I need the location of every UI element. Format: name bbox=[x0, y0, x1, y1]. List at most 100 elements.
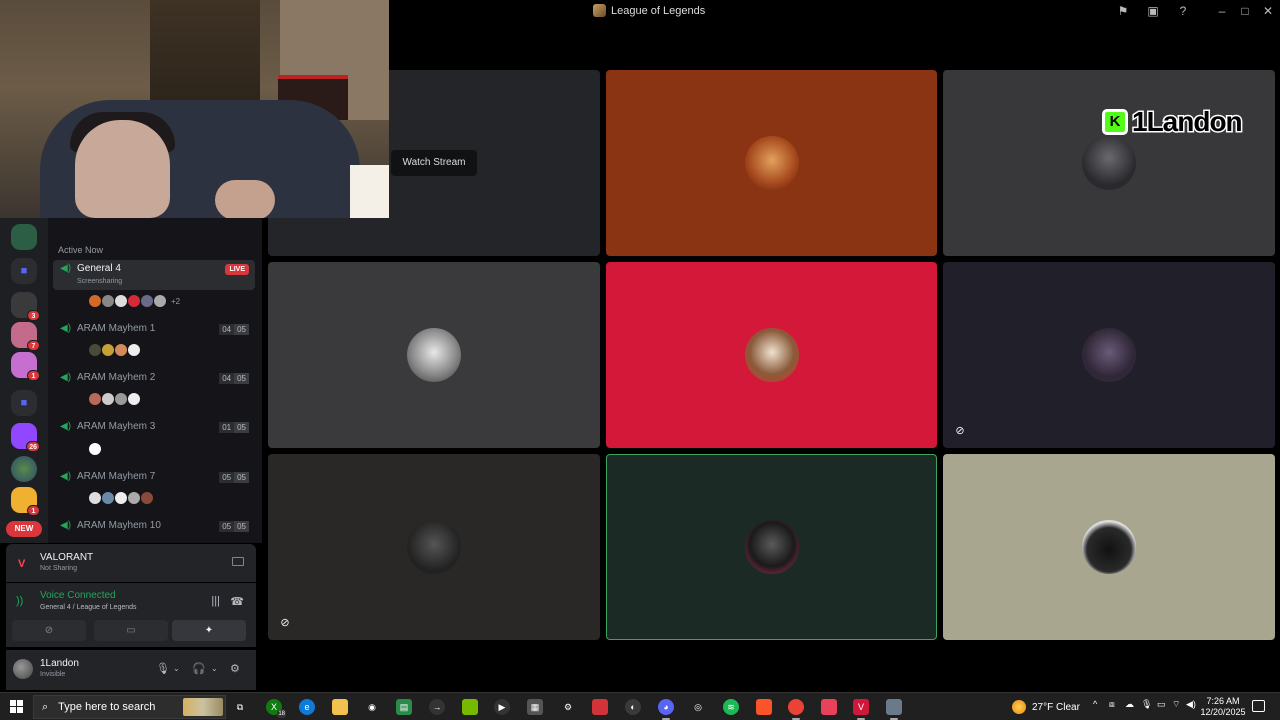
share-screen-icon[interactable] bbox=[232, 557, 244, 566]
username[interactable]: 1Landon bbox=[40, 658, 79, 669]
minimize-button[interactable]: – bbox=[1214, 3, 1230, 19]
brave-icon[interactable] bbox=[756, 699, 772, 715]
member-avatar[interactable] bbox=[88, 491, 102, 505]
app-icon[interactable] bbox=[821, 699, 837, 715]
nvidia-icon[interactable] bbox=[462, 699, 478, 715]
obs-icon[interactable]: ◎ bbox=[690, 699, 706, 715]
member-avatar[interactable] bbox=[114, 491, 128, 505]
steam-icon[interactable]: ◉ bbox=[364, 699, 380, 715]
network-icon[interactable]: ▭ bbox=[1157, 699, 1166, 710]
voice-status[interactable]: Voice Connected bbox=[40, 590, 116, 601]
calculator-icon[interactable]: ▦ bbox=[527, 699, 543, 715]
search-box[interactable]: ⌕ Type here to search bbox=[33, 695, 226, 719]
tray-app-icon[interactable]: ⧈ bbox=[1109, 699, 1115, 710]
server-icon[interactable]: 3 bbox=[11, 292, 40, 321]
screen-share-icon[interactable]: ▣ bbox=[1145, 3, 1161, 19]
disconnect-icon[interactable]: ☎ bbox=[230, 595, 244, 608]
wifi-icon[interactable]: ⌔ bbox=[1172, 699, 1180, 710]
avatar[interactable] bbox=[13, 659, 33, 679]
member-avatar[interactable] bbox=[153, 294, 167, 308]
member-avatar[interactable] bbox=[127, 343, 141, 357]
headphones-icon[interactable]: 🎧 bbox=[192, 662, 206, 675]
member-avatar[interactable] bbox=[114, 294, 128, 308]
member-avatar[interactable] bbox=[101, 294, 115, 308]
store-icon[interactable]: ▤ bbox=[396, 699, 412, 715]
member-avatar[interactable] bbox=[127, 491, 141, 505]
new-badge[interactable]: NEW bbox=[6, 521, 42, 537]
voice-channel-aram-mayhem-3[interactable]: ◀) ARAM Mayhem 3 01 05 bbox=[53, 418, 255, 448]
video-tile[interactable] bbox=[943, 70, 1275, 256]
start-button[interactable] bbox=[10, 700, 23, 713]
twitch-server-icon[interactable]: 26 bbox=[11, 423, 40, 452]
file-explorer-icon[interactable] bbox=[332, 699, 348, 715]
member-avatar[interactable] bbox=[101, 392, 115, 406]
folder-icon[interactable]: ■ bbox=[11, 258, 37, 284]
app-icon[interactable] bbox=[886, 699, 902, 720]
server-icon[interactable]: 7 bbox=[11, 322, 40, 351]
chrome-icon[interactable] bbox=[788, 699, 804, 720]
member-avatar[interactable] bbox=[127, 294, 141, 308]
voice-channel-aram-mayhem-7[interactable]: ◀) ARAM Mayhem 7 05 05 bbox=[53, 468, 255, 498]
valorant-taskbar-icon[interactable]: V bbox=[853, 699, 869, 720]
help-icon[interactable]: ? bbox=[1175, 3, 1191, 19]
server-icon[interactable]: 1 bbox=[11, 487, 40, 516]
video-tile[interactable]: ⊘ bbox=[943, 262, 1275, 448]
tray-app-icon[interactable]: ☁ bbox=[1125, 699, 1134, 710]
server-icon[interactable] bbox=[11, 456, 37, 482]
member-avatar[interactable] bbox=[88, 343, 102, 357]
server-icon[interactable]: 1 bbox=[11, 352, 40, 381]
edge-icon[interactable]: e bbox=[299, 699, 315, 715]
app-icon[interactable]: → bbox=[429, 699, 445, 715]
gear-icon[interactable]: ⚙ bbox=[230, 662, 240, 675]
member-avatar[interactable] bbox=[101, 491, 115, 505]
member-avatar[interactable] bbox=[88, 442, 102, 456]
volume-icon[interactable]: ◀) bbox=[1186, 699, 1196, 710]
chevron-down-icon[interactable]: ⌄ bbox=[173, 664, 180, 673]
video-tile[interactable]: ⊘ bbox=[268, 454, 600, 640]
member-avatar[interactable] bbox=[88, 392, 102, 406]
voice-channel-aram-mayhem-1[interactable]: ◀) ARAM Mayhem 1 04 05 bbox=[53, 320, 255, 350]
task-view-icon[interactable]: ⧉ bbox=[232, 699, 248, 715]
app-icon[interactable]: ◐ bbox=[625, 699, 641, 715]
discord-icon[interactable]: ◕ bbox=[658, 699, 674, 720]
flag-icon[interactable]: ⚑ bbox=[1115, 3, 1131, 19]
microphone-icon[interactable]: 🎙 bbox=[156, 662, 170, 675]
voice-channel-aram-mayhem-2[interactable]: ◀) ARAM Mayhem 2 04 05 bbox=[53, 369, 255, 399]
screen-share-button[interactable]: ▭ bbox=[94, 620, 168, 641]
member-avatar[interactable] bbox=[114, 392, 128, 406]
server-icon[interactable] bbox=[11, 224, 37, 250]
channel-name: ARAM Mayhem 7 bbox=[77, 471, 156, 482]
chevron-up-icon[interactable]: ^ bbox=[1093, 699, 1097, 709]
video-tile-speaking[interactable] bbox=[606, 454, 937, 640]
member-avatar[interactable] bbox=[140, 294, 154, 308]
video-tile[interactable] bbox=[606, 262, 937, 448]
folder-icon[interactable]: ■ bbox=[11, 390, 37, 416]
close-button[interactable]: ✕ bbox=[1260, 3, 1276, 19]
camera-off-button[interactable]: ⊘ bbox=[12, 620, 86, 641]
noise-suppression-icon[interactable]: ||| bbox=[211, 595, 220, 607]
member-avatar[interactable] bbox=[101, 343, 115, 357]
voice-channel-general-4[interactable]: ◀) General 4 Screensharing LIVE bbox=[53, 260, 255, 290]
member-avatar[interactable] bbox=[127, 392, 141, 406]
video-tile[interactable] bbox=[268, 262, 600, 448]
notification-icon[interactable] bbox=[1252, 700, 1265, 712]
video-tile[interactable] bbox=[943, 454, 1275, 640]
voice-channel-aram-mayhem-10[interactable]: ◀) ARAM Mayhem 10 05 05 bbox=[53, 517, 255, 547]
media-player-icon[interactable]: ▶ bbox=[494, 699, 510, 715]
spotify-icon[interactable]: ≋ bbox=[723, 699, 739, 715]
signal-icon[interactable]: )) bbox=[16, 595, 23, 607]
member-avatar[interactable] bbox=[114, 343, 128, 357]
maximize-button[interactable]: □ bbox=[1237, 3, 1253, 19]
video-tile[interactable] bbox=[606, 70, 937, 256]
chevron-down-icon[interactable]: ⌄ bbox=[211, 664, 218, 673]
activities-button[interactable]: ✦ bbox=[172, 620, 246, 641]
microphone-icon[interactable]: 🎙 bbox=[1141, 699, 1152, 710]
xbox-icon[interactable]: X 18 bbox=[266, 699, 286, 718]
member-avatar[interactable] bbox=[88, 294, 102, 308]
settings-icon[interactable]: ⚙ bbox=[560, 699, 576, 715]
riot-client-icon[interactable] bbox=[592, 699, 608, 715]
member-avatar[interactable] bbox=[140, 491, 154, 505]
weather-widget[interactable]: 27°F Clear bbox=[1012, 700, 1080, 714]
voice-location[interactable]: General 4 / League of Legends bbox=[40, 604, 137, 611]
clock[interactable]: 7:26 AM 12/20/2025 bbox=[1200, 696, 1246, 718]
